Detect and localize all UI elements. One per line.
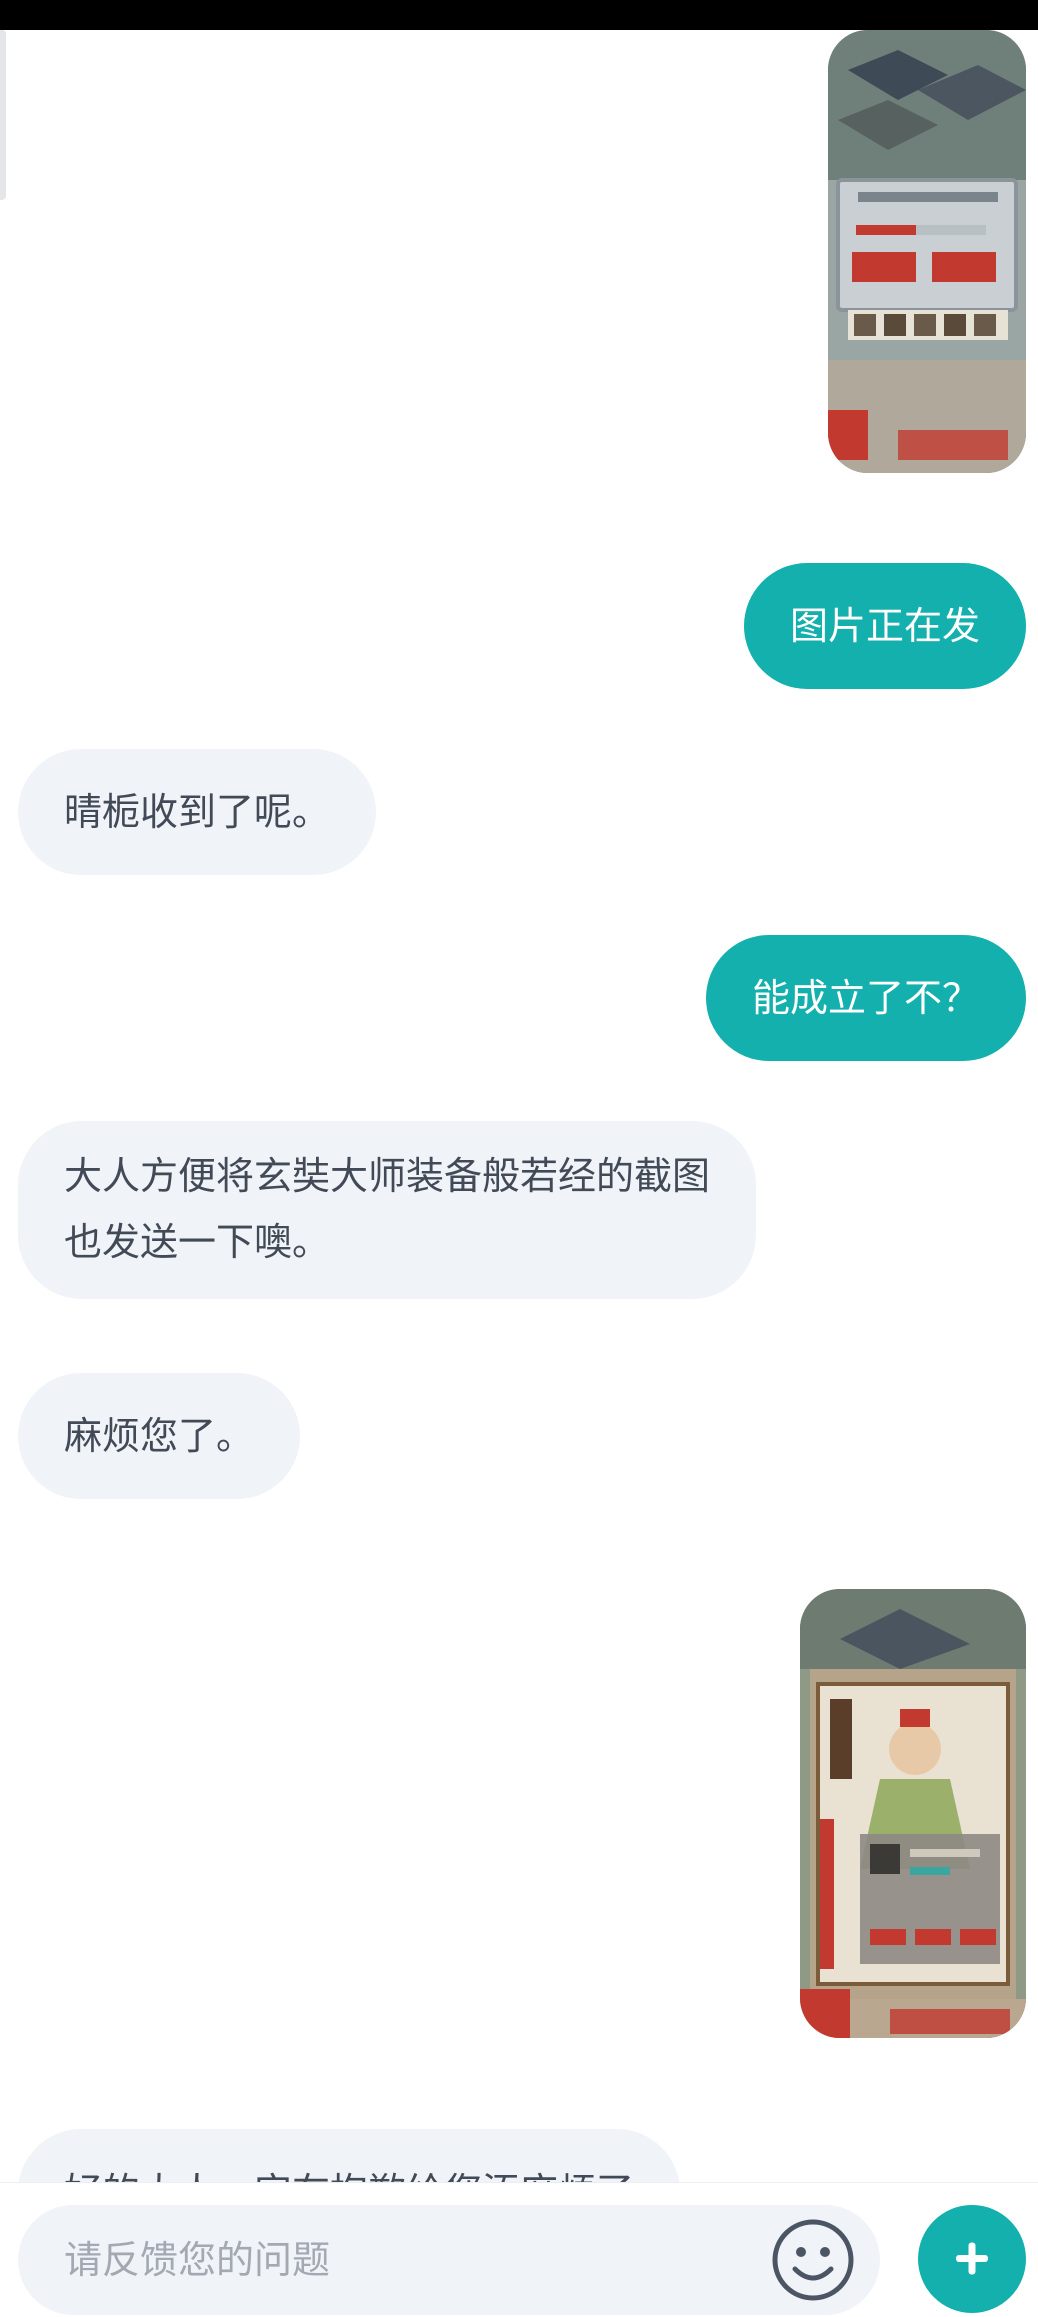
message-text: 麻烦您了。	[64, 1414, 255, 1458]
user-message-bubble[interactable]: 能成立了不？	[705, 935, 1026, 1061]
image-message-character[interactable]	[800, 1589, 1026, 2038]
agent-message-bubble[interactable]: 大人方便将玄奘大师装备般若经的截图 也发送一下噢。	[18, 1121, 757, 1299]
status-bar	[0, 0, 1038, 30]
image-message-city[interactable]	[828, 30, 1026, 473]
add-button[interactable]	[918, 2205, 1026, 2313]
message-text: 能成立了不？	[751, 976, 980, 1020]
game-screenshot-city-image	[828, 30, 1026, 473]
user-message-bubble[interactable]: 图片正在发	[743, 563, 1026, 689]
message-text: 晴栀收到了呢。	[64, 790, 331, 834]
input-placeholder: 请反馈您的问题	[64, 2238, 331, 2282]
message-text: 图片正在发	[789, 604, 980, 648]
edge-handle	[0, 30, 6, 200]
composer-bar: 请反馈您的问题	[0, 2182, 1038, 2315]
feedback-input[interactable]: 请反馈您的问题	[18, 2205, 880, 2315]
message-text-line: 也发送一下噢。	[64, 1220, 331, 1264]
game-screenshot-character-image	[800, 1589, 1026, 2038]
agent-message-bubble[interactable]: 麻烦您了。	[18, 1373, 301, 1499]
agent-message-bubble[interactable]: 晴栀收到了呢。	[18, 749, 377, 875]
message-text-line: 大人方便将玄奘大师装备般若经的截图	[64, 1154, 711, 1198]
plus-icon	[956, 2242, 988, 2275]
smiley-icon[interactable]	[770, 2217, 856, 2303]
